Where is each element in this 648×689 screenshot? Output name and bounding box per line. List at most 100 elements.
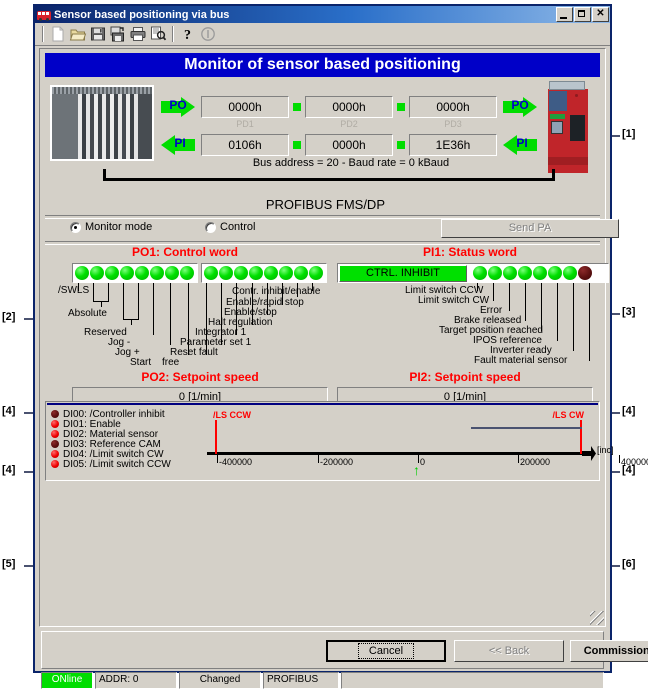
- toolbar: ?: [35, 23, 610, 46]
- cw-led-9[interactable]: [164, 266, 179, 280]
- new-icon[interactable]: [49, 25, 67, 43]
- resize-grip[interactable]: [590, 611, 604, 625]
- axis-tick-label-4: 400000: [621, 457, 648, 467]
- cw-led-5[interactable]: [233, 266, 248, 280]
- ls-cw-label: /LS CW: [552, 410, 585, 420]
- callout-4a: [4]: [2, 405, 16, 417]
- cw-label-absolute: Absolute: [68, 308, 107, 319]
- cw-led-0[interactable]: [308, 266, 323, 280]
- cw-led-13[interactable]: [104, 266, 119, 280]
- control-word-header: PO1: Control word: [132, 245, 238, 259]
- sw-leader-1: [493, 283, 494, 301]
- radio-control-indicator[interactable]: [205, 221, 216, 233]
- cw-led-12[interactable]: [119, 266, 134, 280]
- cw-label-halt-regulation: Halt regulation: [208, 317, 273, 328]
- window-controls: ✕: [556, 7, 609, 22]
- save-as-icon[interactable]: [109, 25, 127, 43]
- sw-led-2[interactable]: [548, 266, 562, 280]
- callout-3: [3]: [622, 306, 636, 318]
- list-item: DI01: Enable: [51, 419, 201, 430]
- cw-led-15[interactable]: [74, 266, 89, 280]
- cw-led-3[interactable]: [263, 266, 278, 280]
- application-window: Sensor based positioning via bus ✕ ? Mon…: [33, 4, 648, 689]
- radio-monitor-label: Monitor mode: [85, 221, 153, 233]
- sw-led-4[interactable]: [518, 266, 532, 280]
- bus-info-text: Bus address = 20 - Baud rate = 0 kBaud: [252, 157, 450, 169]
- axis-unit-label: [inc]: [597, 445, 614, 455]
- cw-label-reset-fault: Reset fault: [170, 347, 218, 358]
- di05-led: [51, 460, 59, 468]
- cw-led-2[interactable]: [278, 266, 293, 280]
- radio-control-mode[interactable]: Control: [205, 221, 255, 233]
- list-item: DI03: Reference CAM: [51, 439, 201, 450]
- cw-led-1[interactable]: [293, 266, 308, 280]
- axis-arrow-icon: [582, 446, 596, 461]
- page-title: Monitor of sensor based positioning: [45, 53, 600, 77]
- minimize-button[interactable]: [556, 7, 573, 22]
- print-preview-icon[interactable]: [149, 25, 167, 43]
- bus-icon: [37, 9, 51, 21]
- back-button[interactable]: << Back: [454, 640, 564, 662]
- cw-led-6[interactable]: [218, 266, 233, 280]
- sw-led-3[interactable]: [533, 266, 547, 280]
- pi-field-1: 0106h: [201, 134, 289, 156]
- cw-led-8[interactable]: [179, 266, 194, 280]
- close-button[interactable]: ✕: [592, 7, 609, 22]
- axis-line: [207, 452, 582, 455]
- drive-inverter-image: [545, 81, 591, 173]
- cw-led-14[interactable]: [89, 266, 104, 280]
- radio-control-label: Control: [220, 221, 256, 233]
- radio-monitor-indicator[interactable]: [70, 221, 81, 233]
- maximize-button[interactable]: [574, 7, 591, 22]
- pi2-header: PI2: Setpoint speed: [409, 370, 521, 384]
- axis-tick-label-1: -200000: [320, 457, 354, 467]
- sw-led-0[interactable]: [578, 266, 592, 280]
- sw-leader-3: [525, 283, 526, 321]
- po-field-3: 0000h: [409, 96, 497, 118]
- pi-label-left: PI: [174, 136, 186, 150]
- cw-label-swls: /SWLS: [58, 285, 90, 296]
- sw-led-7[interactable]: [473, 266, 487, 280]
- bus-bracket: [103, 169, 555, 181]
- cw-led-11[interactable]: [134, 266, 149, 280]
- ls-ccw-marker: [215, 420, 217, 454]
- axis-tick-3: [518, 455, 519, 463]
- sw-label-fault-material-sensor: Fault material sensor: [474, 355, 568, 366]
- sw-led-6[interactable]: [488, 266, 502, 280]
- cancel-button[interactable]: Cancel: [326, 640, 446, 662]
- cw-led-4[interactable]: [248, 266, 263, 280]
- button-bar: Cancel << Back Commissioning: [41, 631, 648, 669]
- mode-row: Monitor mode Control Send PA: [45, 219, 619, 239]
- help-icon[interactable]: ?: [179, 25, 197, 43]
- print-icon[interactable]: [129, 25, 147, 43]
- cw-led-7[interactable]: [203, 266, 218, 280]
- window-title: Sensor based positioning via bus: [54, 8, 230, 21]
- list-item: DI02: Material sensor: [51, 429, 201, 440]
- control-word-leds-low: [201, 263, 327, 283]
- status-word-header: PI1: Status word: [422, 245, 517, 259]
- di02-led: [51, 430, 59, 438]
- svg-text:?: ?: [184, 28, 191, 43]
- di05-label: DI05: /Limit switch CCW: [63, 458, 171, 470]
- ls-ccw-label: /LS CCW: [213, 410, 251, 420]
- cw-led-10[interactable]: [149, 266, 164, 280]
- digital-input-list: DI00: /Controller inhibit DI01: Enable D…: [51, 409, 201, 470]
- commissioning-button[interactable]: Commissioning: [570, 640, 648, 662]
- fieldbus-name: PROFIBUS FMS/DP: [265, 197, 385, 212]
- sw-led-1[interactable]: [563, 266, 577, 280]
- info-icon[interactable]: [199, 25, 217, 43]
- radio-monitor-mode[interactable]: Monitor mode: [70, 221, 152, 233]
- axis-tick-1: [318, 455, 319, 463]
- main-panel: Monitor of sensor based positioning PO P…: [39, 48, 648, 689]
- save-icon[interactable]: [89, 25, 107, 43]
- open-icon[interactable]: [69, 25, 87, 43]
- sw-leader-7: [589, 283, 590, 361]
- sw-led-5[interactable]: [503, 266, 517, 280]
- cw-label-enable-rapid-stop: Enable/rapid stop: [226, 297, 304, 308]
- cw-leader-4: [170, 283, 171, 345]
- callout-4c: [4]: [622, 405, 636, 417]
- send-pa-button[interactable]: Send PA: [441, 219, 619, 238]
- status-word-state: CTRL. INHIBIT: [339, 264, 467, 282]
- title-bar[interactable]: Sensor based positioning via bus ✕: [35, 6, 610, 23]
- di04-led: [51, 450, 59, 458]
